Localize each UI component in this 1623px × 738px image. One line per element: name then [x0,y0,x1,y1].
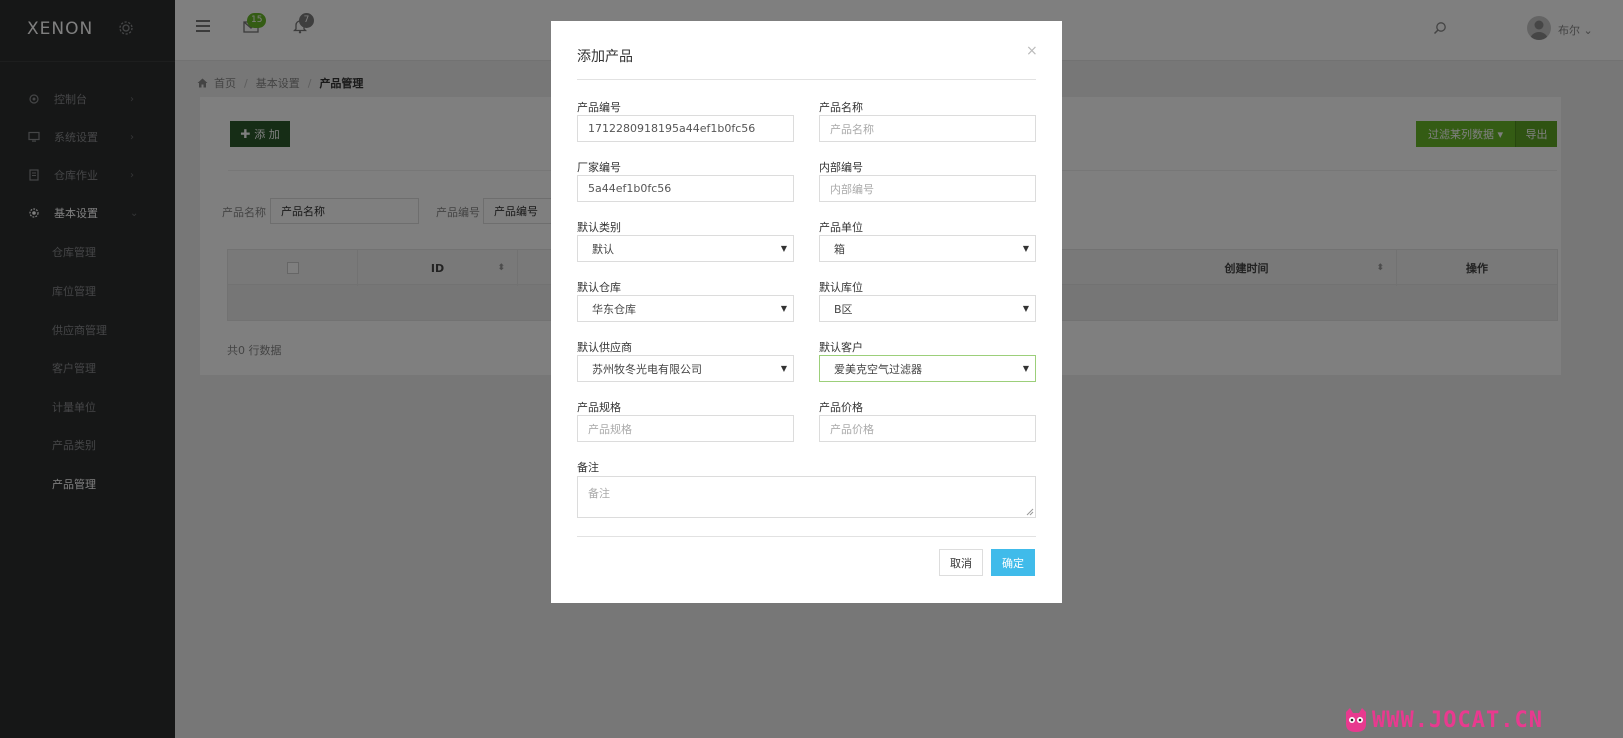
select-value: 默认 [592,242,614,256]
spec-label: 产品规格 [577,401,621,414]
caret-down-icon: ▼ [780,364,787,373]
caret-down-icon: ▼ [780,304,787,313]
remark-label: 备注 [577,461,599,474]
internal-code-input[interactable]: 内部编号 [819,175,1036,202]
product-code-label: 产品编号 [577,101,621,114]
spec-input[interactable]: 产品规格 [577,415,794,442]
product-unit-label: 产品单位 [819,221,863,234]
default-supplier-label: 默认供应商 [577,341,632,354]
caret-down-icon: ▼ [1022,244,1029,253]
product-code-input[interactable]: 1712280918195a44ef1b0fc56 [577,115,794,142]
caret-down-icon: ▼ [1022,364,1029,373]
default-customer-label: 默认客户 [819,341,863,354]
modal-footer-divider [577,536,1036,537]
remark-placeholder: 备注 [588,487,610,500]
select-value: 爱美克空气过滤器 [834,362,922,376]
resize-handle-icon[interactable] [1026,508,1034,516]
factory-code-label: 厂家编号 [577,161,621,174]
default-category-label: 默认类别 [577,221,621,234]
remark-textarea[interactable]: 备注 [577,476,1036,518]
product-unit-select[interactable]: 箱 ▼ [819,235,1036,262]
default-warehouse-label: 默认仓库 [577,281,621,294]
select-value: B区 [834,302,853,316]
select-value: 苏州牧冬光电有限公司 [592,362,702,376]
product-name-input[interactable]: 产品名称 [819,115,1036,142]
close-icon[interactable]: × [1026,43,1038,59]
factory-code-input[interactable]: 5a44ef1b0fc56 [577,175,794,202]
add-product-modal: 添加产品 × 产品编号 1712280918195a44ef1b0fc56 产品… [551,21,1062,603]
price-input[interactable]: 产品价格 [819,415,1036,442]
default-category-select[interactable]: 默认 ▼ [577,235,794,262]
modal-title: 添加产品 [577,49,633,65]
default-warehouse-select[interactable]: 华东仓库 ▼ [577,295,794,322]
default-location-select[interactable]: B区 ▼ [819,295,1036,322]
cancel-button[interactable]: 取消 [939,549,983,576]
confirm-button[interactable]: 确定 [991,549,1035,576]
modal-divider [577,79,1036,80]
cat-logo-icon [1346,708,1366,732]
internal-code-label: 内部编号 [819,161,863,174]
default-supplier-select[interactable]: 苏州牧冬光电有限公司 ▼ [577,355,794,382]
product-name-label: 产品名称 [819,101,863,114]
caret-down-icon: ▼ [1022,304,1029,313]
default-location-label: 默认库位 [819,281,863,294]
select-value: 华东仓库 [592,302,636,316]
watermark: WWW.JOCAT.CN [1342,706,1612,738]
price-label: 产品价格 [819,401,863,414]
caret-down-icon: ▼ [780,244,787,253]
watermark-text: WWW.JOCAT.CN [1372,708,1543,733]
select-value: 箱 [834,242,845,256]
default-customer-select[interactable]: 爱美克空气过滤器 ▼ [819,355,1036,382]
